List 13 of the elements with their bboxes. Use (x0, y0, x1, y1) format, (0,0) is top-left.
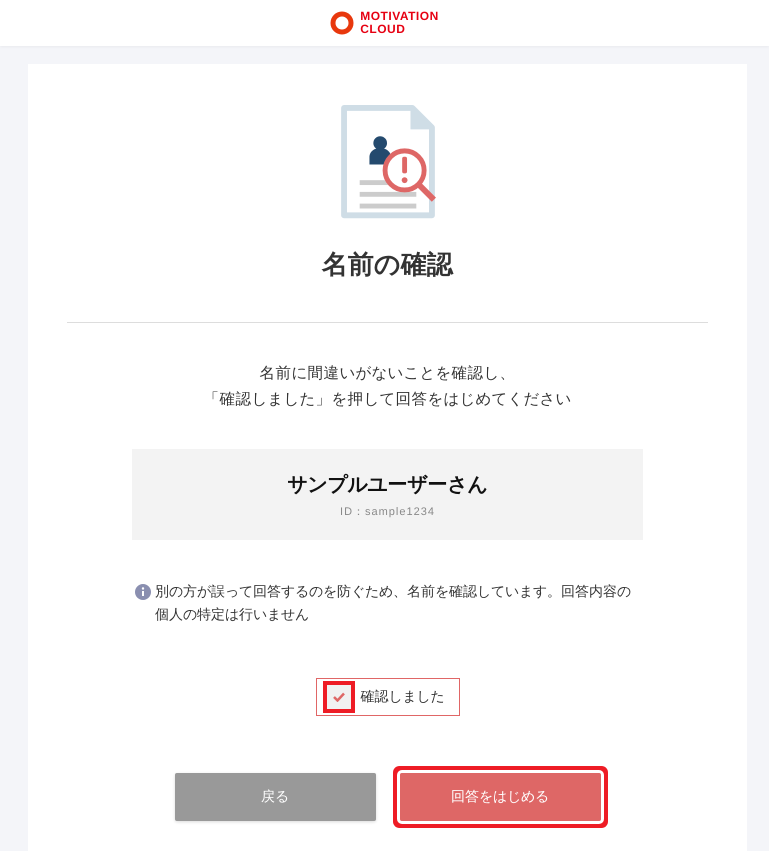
confirm-checkbox[interactable]: 確認しました (316, 678, 460, 716)
user-name: サンプルユーザーさん (288, 472, 488, 498)
logo-icon (330, 11, 354, 35)
start-button[interactable]: 回答をはじめる (400, 773, 600, 821)
logo-text: MOTIVATION CLOUD (360, 10, 439, 36)
page-title: 名前の確認 (322, 248, 453, 282)
back-button[interactable]: 戻る (174, 773, 376, 821)
check-icon (332, 692, 344, 702)
note-text: 別の方が誤って回答するのを防ぐため、名前を確認しています。回答内容の個人の特定は行いません (155, 582, 632, 624)
checkbox[interactable] (326, 685, 350, 709)
info-icon (135, 584, 151, 600)
user-id: ID：sample1234 (340, 504, 435, 519)
instruction-text: 名前に間違いがないことを確認し、 「確認しました」を押して回答をはじめてください (204, 364, 572, 410)
